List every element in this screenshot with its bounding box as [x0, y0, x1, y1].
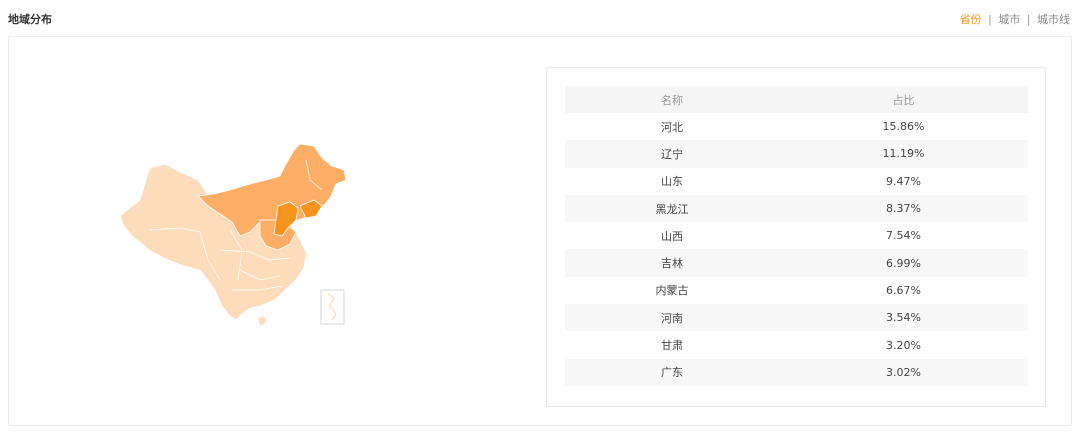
map-region-hainan[interactable] [258, 316, 266, 326]
table-row: 辽宁 11.19% [565, 140, 1028, 168]
row-name: 广东 [565, 358, 779, 386]
tab-separator: | [1026, 13, 1031, 26]
view-tabs: 省份 | 城市 | 城市线 [960, 11, 1070, 27]
row-share: 9.47% [886, 174, 921, 188]
row-name: 内蒙古 [655, 284, 689, 298]
row-name: 山西 [661, 229, 683, 243]
table-row: 吉林 6.99% [565, 249, 1028, 277]
section-title: 地域分布 [8, 13, 52, 26]
row-name: 河北 [661, 120, 683, 134]
row-share: 6.67% [886, 283, 921, 297]
row-share: 6.99% [779, 249, 1028, 277]
row-name: 黑龙江 [565, 194, 779, 223]
row-share: 3.20% [886, 338, 921, 352]
row-name: 吉林 [565, 249, 779, 277]
row-share: 11.19% [779, 140, 1028, 168]
row-share: 15.86% [882, 120, 925, 134]
table-row: 山东 9.47% [565, 168, 1028, 195]
province-share-table: 名称 占比 河北 15.86% 辽宁 11.19% 山东 9.47% 黑龙江 8… [565, 86, 1028, 386]
row-name: 甘肃 [661, 339, 683, 353]
china-map[interactable] [110, 140, 360, 330]
row-share: 3.54% [779, 304, 1028, 332]
table-row: 甘肃 3.20% [565, 331, 1028, 358]
table-row: 广东 3.02% [565, 358, 1028, 386]
table-row: 河南 3.54% [565, 304, 1028, 332]
table-header-row: 名称 占比 [565, 86, 1028, 113]
table-row: 黑龙江 8.37% [565, 194, 1028, 223]
tab-city[interactable]: 城市 [998, 13, 1020, 26]
row-share: 3.02% [779, 358, 1028, 386]
tab-province[interactable]: 省份 [960, 13, 982, 26]
tab-city-tier[interactable]: 城市线 [1037, 13, 1070, 26]
header-name: 名称 [565, 86, 779, 113]
ranking-card: 名称 占比 河北 15.86% 辽宁 11.19% 山东 9.47% 黑龙江 8… [546, 67, 1046, 407]
table-row: 山西 7.54% [565, 222, 1028, 249]
section-header: 地域分布 省份 | 城市 | 城市线 [0, 0, 1080, 36]
row-name: 河南 [565, 304, 779, 332]
row-share: 8.37% [779, 194, 1028, 223]
row-name: 辽宁 [565, 140, 779, 168]
table-row: 内蒙古 6.67% [565, 277, 1028, 304]
header-share: 占比 [779, 86, 1028, 113]
tab-separator: | [988, 13, 992, 26]
table-row: 河北 15.86% [565, 113, 1028, 140]
row-name: 山东 [661, 175, 683, 189]
row-share: 7.54% [886, 229, 921, 243]
